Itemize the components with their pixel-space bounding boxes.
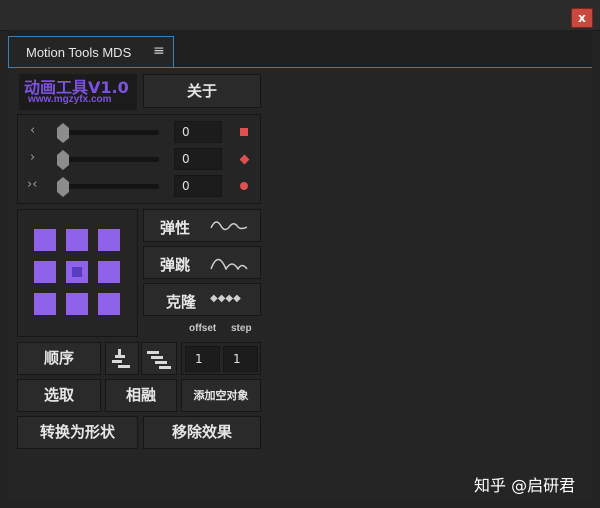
slider-row: ›‹ 0 [18,173,262,199]
remove-effects-button[interactable]: 移除效果 [143,416,261,449]
window-titlebar: x [0,0,600,31]
convert-to-shape-button[interactable]: 转换为形状 [17,416,138,449]
bounce-label: 弹跳 [160,256,191,274]
close-button[interactable]: x [571,8,593,28]
offset-input[interactable]: 1 [185,346,220,372]
logo-url: www.mgzyfx.com [28,94,112,105]
tab-motion-tools[interactable]: Motion Tools MDS ≡ [8,36,174,69]
diamond-marker-icon [239,154,250,165]
step-label: step [231,323,252,334]
slider-group: ‹ 0 › 0 ›‹ 0 [17,114,261,204]
stagger-layers-icon [147,351,171,369]
stagger-layers-button[interactable] [141,342,177,375]
elastic-label: 弹性 [160,219,191,237]
slider-row: ‹ 0 [18,119,262,145]
slider-value-input[interactable]: 0 [174,148,222,170]
slider-handle[interactable] [57,150,69,170]
anchor-center-icon[interactable] [66,261,88,283]
tab-label: Motion Tools MDS [26,45,132,60]
circle-marker-icon [240,182,248,190]
slider-handle[interactable] [57,177,69,197]
elastic-button[interactable]: 弹性 [143,209,261,242]
anchor-top-left-icon[interactable] [34,229,56,251]
anchor-top-center-icon[interactable] [66,229,88,251]
anchor-middle-right-icon[interactable] [98,261,120,283]
sequence-layers-icon [112,349,130,368]
anchor-top-right-icon[interactable] [98,229,120,251]
square-marker-icon [240,128,248,136]
slider-value-input[interactable]: 0 [174,121,222,143]
elastic-wave-icon [210,221,248,231]
anchor-bottom-left-icon[interactable] [34,293,56,315]
slider-row: › 0 [18,146,262,172]
anchor-bottom-center-icon[interactable] [66,293,88,315]
ease-in-icon: ‹ [30,123,36,138]
bounce-button[interactable]: 弹跳 [143,246,261,279]
bounce-curve-icon [210,258,248,270]
watermark: 知乎 @启研君 [474,476,576,495]
step-input[interactable]: 1 [223,346,258,372]
clone-dots-icon: ◆◆◆◆ [210,293,241,304]
clone-button[interactable]: 克隆 ◆◆◆◆ [143,283,261,316]
slider-handle[interactable] [57,123,69,143]
blend-button[interactable]: 相融 [105,379,177,412]
anchor-middle-left-icon[interactable] [34,261,56,283]
ease-out-icon: › [30,150,36,165]
offset-label: offset [189,323,217,334]
add-null-button[interactable]: 添加空对象 [181,379,261,412]
logo: 动画工具V1.0 www.mgzyfx.com [19,74,137,110]
anchor-bottom-right-icon[interactable] [98,293,120,315]
select-button[interactable]: 选取 [17,379,101,412]
order-button[interactable]: 顺序 [17,342,101,375]
slider-track[interactable] [63,184,159,189]
sequence-layers-button[interactable] [105,342,139,375]
ease-both-icon: ›‹ [27,177,38,192]
anchor-grid [17,209,138,337]
panel-menu-icon[interactable]: ≡ [153,43,165,59]
clone-label: 克隆 [166,293,197,311]
slider-track[interactable] [63,130,159,135]
about-button[interactable]: 关于 [143,74,261,108]
slider-value-input[interactable]: 0 [174,175,222,197]
clone-input-group: 1 1 [181,342,261,375]
slider-track[interactable] [63,157,159,162]
